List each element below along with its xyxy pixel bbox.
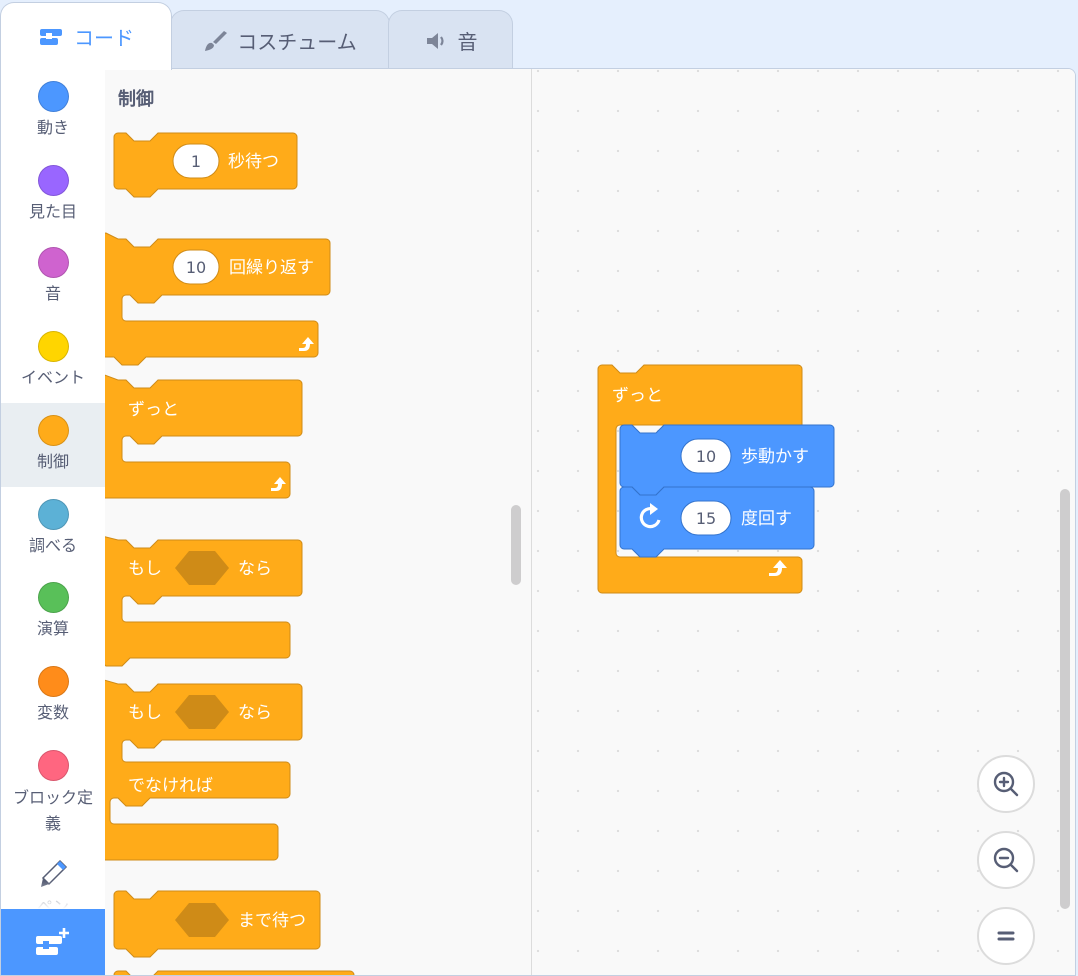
- repeat-label: 回繰り返す: [229, 258, 314, 278]
- variables-color-dot: [37, 666, 69, 697]
- paintbrush-icon: [205, 30, 228, 51]
- speaker-icon: [426, 32, 444, 49]
- category-control[interactable]: 制御: [1, 403, 105, 487]
- zoom-reset-button[interactable]: [977, 907, 1035, 965]
- operators-color-dot: [37, 582, 69, 613]
- category-variables[interactable]: 変数: [1, 654, 105, 738]
- add-extension-button[interactable]: [1, 909, 105, 975]
- category-label: 動き: [36, 118, 69, 137]
- code-icon: [40, 28, 62, 45]
- tab-costumes[interactable]: コスチューム: [170, 10, 390, 70]
- category-menu: 動き 見た目 音 イベント 制御 調べる 演算 変数 ブロック定義: [1, 69, 106, 975]
- category-looks[interactable]: 見た目: [1, 153, 105, 237]
- add-extension-icon: [36, 928, 69, 955]
- zoom-out-icon: [993, 847, 1019, 873]
- else-label: でなければ: [128, 776, 213, 796]
- sound-color-dot: [37, 247, 69, 278]
- category-my-blocks[interactable]: ブロック定義: [1, 738, 105, 838]
- category-sound[interactable]: 音: [1, 235, 105, 319]
- category-label: ブロック定義: [12, 788, 93, 833]
- move-label: 歩動かす: [741, 447, 809, 467]
- category-label: 制御: [36, 452, 69, 471]
- tab-label: コスチューム: [237, 30, 357, 54]
- category-label: 演算: [36, 619, 69, 638]
- editor-tabs: コード コスチューム 音: [0, 0, 1078, 70]
- script-turn-block[interactable]: 15 度回す: [619, 486, 815, 558]
- motion-color-dot: [37, 81, 69, 112]
- zoom-in-icon: [993, 771, 1019, 797]
- forever-label: ずっと: [612, 386, 663, 406]
- control-color-dot: [37, 415, 69, 446]
- then-label: なら: [238, 703, 272, 723]
- forever-label: ずっと: [128, 400, 179, 420]
- turn-label: 度回す: [741, 509, 792, 529]
- wait-label: 秒待つ: [228, 152, 279, 172]
- zoom-out-button[interactable]: [977, 831, 1035, 889]
- category-motion[interactable]: 動き: [1, 69, 105, 153]
- tab-label: 音: [457, 30, 478, 54]
- my-blocks-color-dot: [37, 750, 69, 781]
- category-label: 音: [44, 284, 61, 303]
- block-wait-seconds[interactable]: 1 秒待つ: [113, 132, 298, 198]
- sensing-color-dot: [37, 499, 69, 530]
- category-label: 変数: [36, 703, 69, 722]
- tab-sounds[interactable]: 音: [388, 10, 513, 70]
- block-partial[interactable]: [113, 970, 355, 976]
- steps-value: 10: [696, 447, 716, 466]
- repeat-count-value: 10: [186, 258, 206, 277]
- category-events[interactable]: イベント: [1, 319, 105, 403]
- wait-until-label: まで待つ: [238, 911, 306, 931]
- script-workspace[interactable]: ずっと 10 歩動かす 15 度回す: [532, 69, 1075, 975]
- block-palette: 制御 1 秒待つ 10 回繰り返す ずっと もし なら もし なら でなければ …: [105, 69, 532, 976]
- events-color-dot: [37, 331, 69, 362]
- tab-code[interactable]: コード: [0, 2, 172, 70]
- block-repeat[interactable]: 10 回繰り返す: [105, 232, 331, 366]
- script-move-block[interactable]: 10 歩動かす: [619, 424, 835, 496]
- block-if-then[interactable]: もし なら: [105, 534, 303, 667]
- block-wait-until[interactable]: まで待つ: [113, 890, 321, 958]
- looks-color-dot: [37, 165, 69, 196]
- workspace-scrollbar[interactable]: [1060, 489, 1070, 909]
- if-label: もし: [128, 559, 162, 579]
- equals-icon: [997, 931, 1015, 941]
- zoom-in-button[interactable]: [977, 755, 1035, 813]
- category-sensing[interactable]: 調べる: [1, 487, 105, 571]
- tab-label: コード: [74, 26, 134, 50]
- category-label: 見た目: [28, 202, 77, 221]
- code-editor: 動き 見た目 音 イベント 制御 調べる 演算 変数 ブロック定義 制御 1 秒…: [0, 68, 1076, 976]
- category-operators[interactable]: 演算: [1, 570, 105, 654]
- degrees-value: 15: [696, 509, 716, 528]
- then-label: なら: [238, 559, 272, 579]
- seconds-value: 1: [191, 152, 201, 171]
- category-fade: [1, 881, 105, 909]
- category-label: イベント: [20, 368, 85, 387]
- category-label: 調べる: [28, 536, 77, 555]
- block-forever[interactable]: ずっと: [105, 374, 303, 499]
- if-label: もし: [128, 703, 162, 723]
- block-if-else[interactable]: もし なら でなければ: [105, 676, 303, 861]
